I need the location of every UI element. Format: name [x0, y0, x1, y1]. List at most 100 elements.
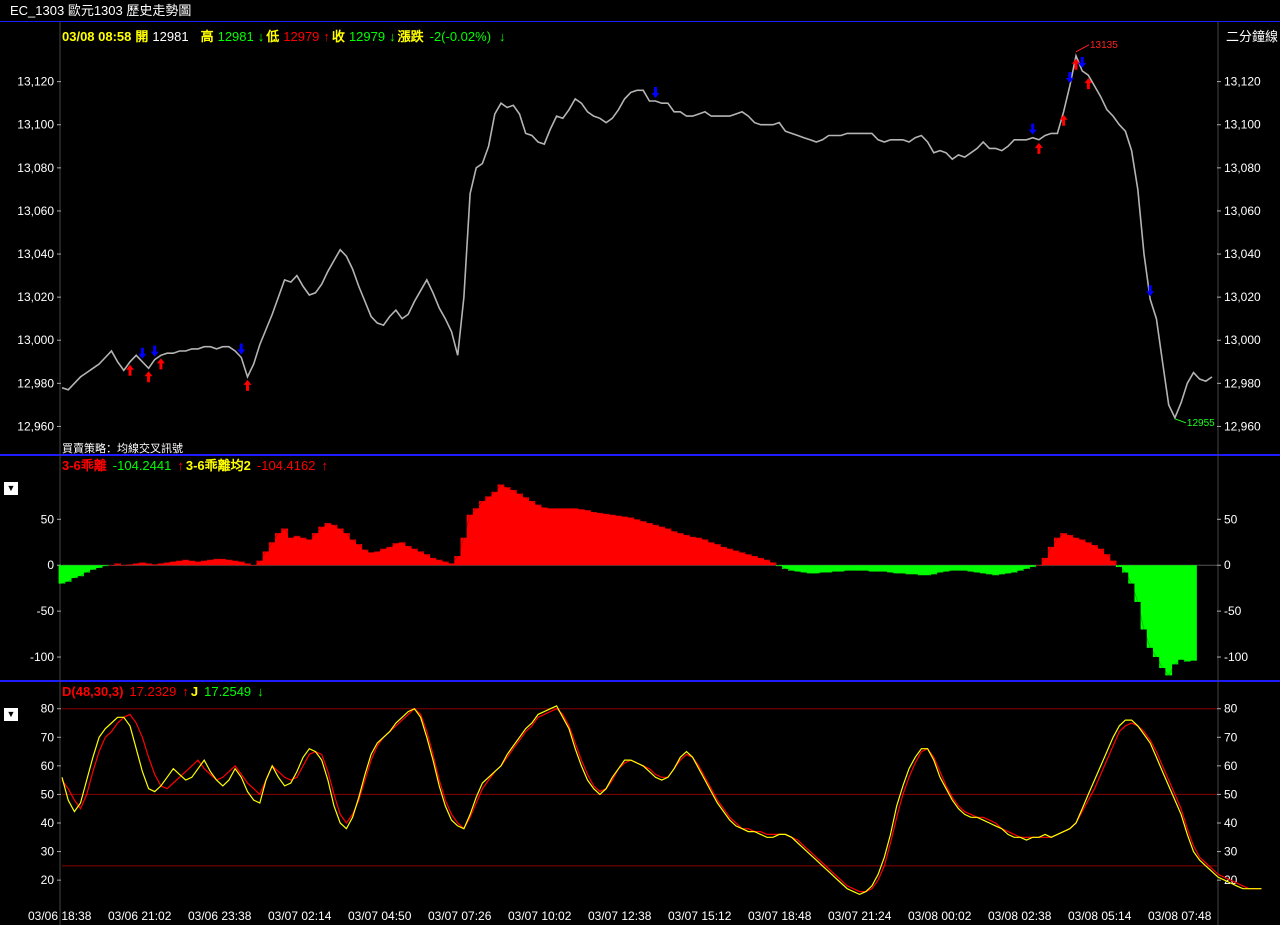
- bias-bar: [701, 539, 709, 566]
- bias-outline: [61, 484, 1194, 676]
- kd-ytick-label-left: 60: [41, 759, 55, 773]
- price-ytick-label-right: 13,100: [1224, 118, 1261, 132]
- d-line: [61, 707, 1262, 893]
- bias-bar: [911, 565, 919, 575]
- bias-bar: [602, 513, 610, 566]
- bias-bar: [689, 536, 697, 566]
- bias-bar: [182, 559, 190, 566]
- bias-bar: [608, 514, 616, 566]
- x-axis-label: 03/07 18:48: [748, 909, 812, 923]
- bias-ytick-label-right: -50: [1224, 604, 1242, 618]
- header-low-arrow: ↑: [323, 29, 330, 44]
- bias-bar: [843, 565, 851, 571]
- kd-ytick-label-left: 80: [41, 702, 55, 716]
- bias-ytick-label-left: -100: [30, 650, 54, 664]
- bias-bar: [720, 546, 727, 566]
- bias-bar: [584, 510, 591, 566]
- bias-value2: -104.4162: [257, 458, 316, 473]
- bias-bar: [534, 504, 542, 566]
- sell-signal-arrow: [1028, 123, 1037, 135]
- kd-ytick-label-left: 70: [41, 730, 55, 744]
- bias-bar: [713, 544, 721, 566]
- bias-bar: [231, 560, 239, 566]
- bias-bar: [312, 533, 319, 566]
- bias-bar: [547, 508, 554, 566]
- bias-bar: [305, 539, 313, 566]
- bias-bar: [738, 552, 746, 566]
- bias-bar: [318, 526, 326, 566]
- bias-bar: [1146, 565, 1154, 648]
- bias-bar: [645, 522, 653, 566]
- period-label: 二分鐘線: [1226, 29, 1278, 44]
- bias-bar: [299, 537, 307, 566]
- bias-bar: [1084, 542, 1092, 566]
- bias-bar: [460, 537, 468, 566]
- bias-bar: [936, 565, 944, 573]
- bias-bar: [905, 565, 913, 575]
- bias-bar: [732, 550, 740, 566]
- bias-bar: [1078, 539, 1086, 566]
- window-title: EC_1303 歐元1303 歷史走勢圖: [0, 0, 1280, 22]
- bias-bar: [355, 544, 363, 566]
- bias-bar: [955, 565, 962, 571]
- x-axis-label: 03/06 18:38: [28, 909, 92, 923]
- bias-bar: [349, 539, 356, 566]
- bias-bar: [683, 534, 690, 566]
- kd-value2: 17.2549: [204, 684, 251, 699]
- bias-bar: [206, 559, 214, 566]
- bias-bar: [899, 565, 907, 574]
- bias-bar: [676, 533, 684, 566]
- bias-bar: [670, 531, 678, 566]
- kd-header: D(48,30,3) 17.2329 ↑ J 17.2549 ↓: [62, 684, 264, 699]
- price-ytick-label-right: 13,120: [1224, 75, 1261, 89]
- x-axis-label: 03/08 00:02: [908, 909, 972, 923]
- price-ytick-label-left: 13,060: [17, 204, 54, 218]
- bias-bar: [639, 521, 647, 566]
- bias-bar: [831, 565, 839, 572]
- bias-bar: [1041, 557, 1049, 566]
- price-ytick-label-left: 13,020: [17, 290, 54, 304]
- bias-bar: [330, 524, 338, 566]
- header-high-arrow: ↓: [258, 29, 265, 44]
- bias-bar: [627, 517, 635, 566]
- bias-bar: [225, 559, 233, 566]
- bias-bar: [194, 561, 202, 566]
- bias-ytick-label-left: -50: [37, 604, 55, 618]
- header-low-label: 低: [265, 29, 279, 44]
- bias-bar: [1010, 565, 1018, 573]
- bias-bar: [850, 565, 857, 571]
- bias-bar: [992, 565, 999, 576]
- bias-panel-menu-button[interactable]: ▼: [4, 482, 18, 495]
- price-ytick-label-left: 12,960: [17, 419, 54, 433]
- bias-bar: [497, 484, 505, 566]
- bias-bar: [454, 556, 462, 566]
- bias-bar: [361, 549, 369, 566]
- bias-bar: [781, 565, 789, 569]
- bias-bar: [200, 560, 208, 566]
- bias-bar: [695, 537, 703, 566]
- price-line: [61, 53, 1213, 420]
- bias-bar: [961, 565, 969, 571]
- kd-panel-menu-button[interactable]: ▼: [4, 708, 18, 721]
- bias-bar: [924, 565, 931, 576]
- chart-area[interactable]: 12,960 12,960 12,980 12,980 13,000 13,000 13,0…: [0, 22, 1280, 925]
- bias-ytick-label-left: 0: [47, 558, 54, 572]
- bias-bar: [336, 528, 344, 566]
- bias-bar: [1122, 565, 1129, 573]
- bias-bar: [404, 545, 412, 566]
- bias-bar: [880, 565, 888, 572]
- header-close-value: 12979: [349, 29, 385, 44]
- bias-bar: [633, 519, 641, 566]
- bias-bar: [979, 565, 987, 574]
- bias-bar: [819, 565, 826, 573]
- price-ytick-label-right: 13,020: [1224, 290, 1261, 304]
- bias-bar: [806, 565, 814, 574]
- x-axis-label: 03/06 23:38: [188, 909, 252, 923]
- bias-bar: [652, 524, 659, 566]
- bias-bar: [571, 508, 579, 566]
- sell-signal-arrow: [138, 347, 147, 359]
- bias-bar: [757, 557, 765, 566]
- x-axis-label: 03/07 10:02: [508, 909, 572, 923]
- buy-signal-arrow: [1034, 142, 1043, 154]
- price-ytick-label-right: 13,060: [1224, 204, 1261, 218]
